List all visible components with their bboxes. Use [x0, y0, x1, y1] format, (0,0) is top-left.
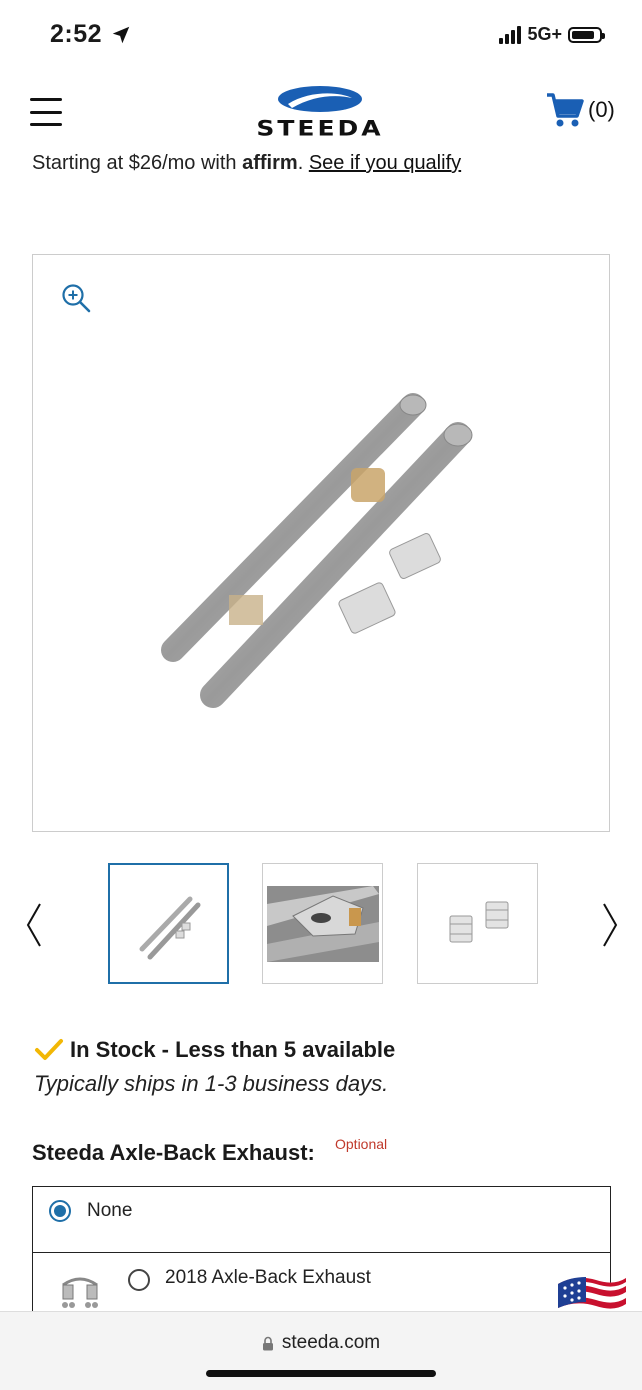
battery-icon	[568, 26, 605, 43]
url-display[interactable]: steeda.com	[0, 1332, 642, 1354]
cart-button[interactable]: (0)	[546, 92, 615, 128]
thumbnail-3[interactable]	[417, 863, 538, 984]
shipping-estimate: Typically ships in 1-3 business days.	[34, 1071, 389, 1096]
stock-status: In Stock - Less than 5 available	[34, 1037, 395, 1063]
status-time-text: 2:52	[50, 20, 103, 48]
affirm-prefix: Starting at $26/mo with	[32, 152, 243, 174]
location-arrow-icon	[112, 26, 130, 43]
menu-icon[interactable]	[30, 98, 62, 126]
stock-status-text: In Stock - Less than 5 available	[70, 1037, 396, 1062]
status-time: 2:52	[50, 20, 132, 49]
radio-none[interactable]	[49, 1200, 71, 1222]
cart-count: (0)	[588, 97, 615, 122]
url-text: steeda.com	[281, 1332, 381, 1353]
logo-wordmark: STEEDA	[256, 116, 384, 141]
optional-tag: Optional	[335, 1136, 388, 1152]
browser-url-bar[interactable]: steeda.com	[0, 1311, 642, 1390]
thumbnail-2[interactable]	[262, 863, 383, 984]
gallery-next-arrow-icon[interactable]	[600, 900, 620, 950]
status-indicators: 5G+	[499, 24, 605, 45]
radio-2018-axle-back[interactable]	[128, 1269, 150, 1291]
gallery-prev-arrow-icon[interactable]	[24, 900, 44, 950]
option-group-label: Steeda Axle-Back Exhaust:	[32, 1140, 315, 1165]
see-if-you-qualify-link[interactable]: See if you qualify	[309, 152, 461, 174]
cell-signal-icon	[499, 25, 522, 44]
exhaust-pipes-image	[161, 393, 473, 708]
thumbnail-clamps-image	[449, 901, 509, 943]
main-product-image[interactable]	[32, 254, 610, 832]
affirm-logo: affirm	[242, 152, 298, 174]
affirm-separator: .	[297, 152, 309, 174]
lock-icon	[262, 1336, 273, 1350]
option-2018-axle-back-label: 2018 Axle-Back Exhaust	[165, 1267, 371, 1288]
network-type: 5G+	[527, 24, 562, 44]
option-none[interactable]: None	[33, 1187, 610, 1252]
checkmark-icon	[35, 1039, 63, 1060]
steeda-logo[interactable]: STEEDA	[200, 84, 440, 141]
thumbnail-1[interactable]	[108, 863, 229, 984]
thumbnail-weld-closeup-image	[267, 886, 379, 962]
exhaust-options: None 2018 Axle-Back Exhaust	[32, 1186, 611, 1326]
axle-back-exhaust-thumbnail	[62, 1277, 98, 1308]
home-indicator[interactable]	[206, 1370, 436, 1377]
logo-swoosh-icon	[278, 86, 362, 112]
affirm-financing-line: Starting at $26/mo with affirm. See if y…	[32, 152, 461, 175]
us-flag-icon[interactable]	[556, 1272, 628, 1312]
thumbnail-pipes-image	[139, 896, 201, 960]
option-none-label: None	[87, 1200, 133, 1221]
shopping-cart-icon	[547, 93, 584, 127]
